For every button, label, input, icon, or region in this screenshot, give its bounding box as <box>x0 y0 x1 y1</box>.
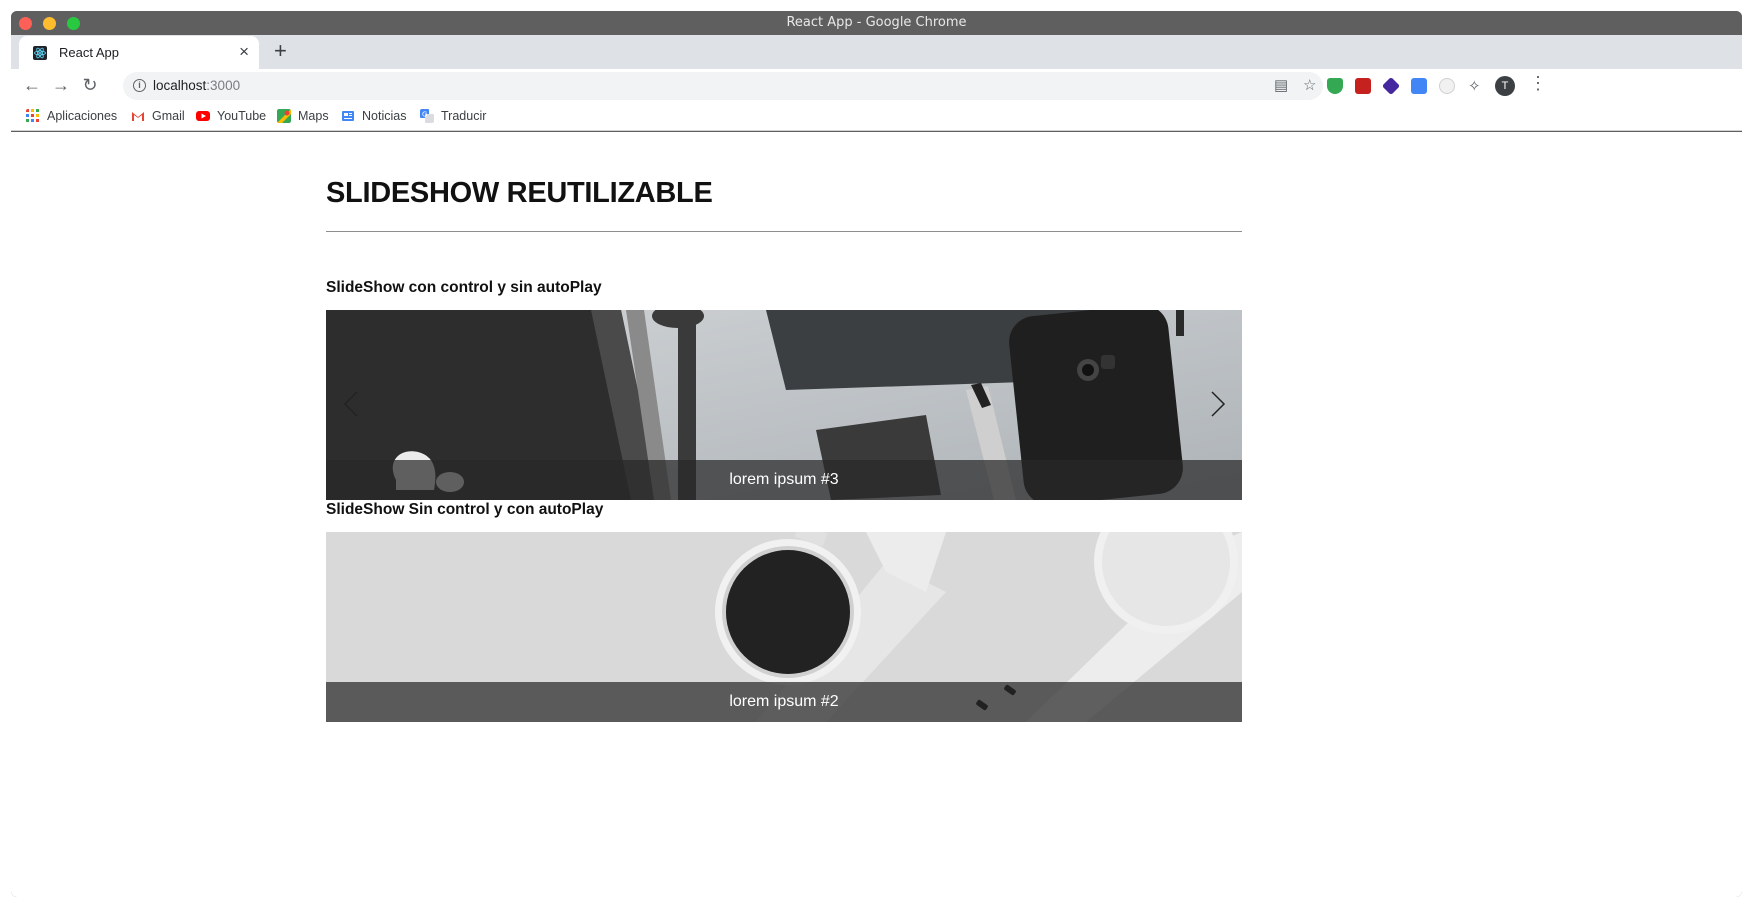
translate-page-icon[interactable]: ▤ <box>1274 76 1288 94</box>
apps-grid-icon <box>26 109 39 122</box>
title-bar: React App - Google Chrome <box>11 11 1742 35</box>
next-slide-arrow-icon[interactable] <box>1206 390 1230 418</box>
bookmark-label: YouTube <box>217 109 267 123</box>
bookmark-label: Noticias <box>362 109 407 123</box>
title-divider <box>326 231 1242 232</box>
section-title-controls: SlideShow con control y sin autoPlay <box>326 279 602 296</box>
youtube-icon <box>196 111 210 121</box>
translate-icon: G <box>420 109 434 123</box>
bookmark-apps[interactable]: Aplicaciones <box>26 109 117 123</box>
back-button[interactable]: ← <box>21 75 43 96</box>
previous-slide-arrow-icon[interactable] <box>339 390 363 418</box>
url-host: localhost <box>153 78 207 93</box>
react-logo-icon <box>33 46 47 60</box>
reload-button[interactable]: ↻ <box>79 75 101 96</box>
site-info-icon[interactable]: i <box>133 79 146 92</box>
section-title-autoplay: SlideShow Sin control y con autoPlay <box>326 501 604 518</box>
bookmark-youtube[interactable]: YouTube <box>196 109 266 123</box>
page-content: SLIDESHOW REUTILIZABLE SlideShow con con… <box>11 132 1742 897</box>
chrome-menu-icon[interactable]: ⋮ <box>1529 73 1547 94</box>
page-title: SLIDESHOW REUTILIZABLE <box>326 177 713 209</box>
bookmark-label: Gmail <box>152 109 185 123</box>
browser-toolbar: ← → ↻ i localhost:3000 ▤ ☆ ✧ T ⋮ <box>11 69 1742 103</box>
stack-extension-icon[interactable] <box>1381 76 1401 96</box>
svg-text:G: G <box>422 111 427 119</box>
bookmark-label: Aplicaciones <box>47 109 118 123</box>
url-text[interactable]: localhost:3000 <box>153 78 240 93</box>
timer-extension-icon[interactable] <box>1439 78 1455 94</box>
slideshow-with-controls: lorem ipsum #3 <box>326 310 1242 500</box>
window-title: React App - Google Chrome <box>786 15 967 30</box>
bookmark-label: Traducir <box>441 109 487 123</box>
shield-extension-icon[interactable] <box>1327 78 1343 94</box>
red-extension-icon[interactable] <box>1355 78 1371 94</box>
google-translate-extension-icon[interactable] <box>1411 78 1427 94</box>
url-port: :3000 <box>206 78 241 93</box>
maps-icon <box>277 109 291 123</box>
tab-strip: React App × + <box>11 35 1742 69</box>
news-icon <box>342 111 354 121</box>
browser-window: React App - Google Chrome React App × + … <box>11 11 1742 897</box>
slideshow-autoplay: lorem ipsum #2 <box>326 532 1242 722</box>
new-tab-button[interactable]: + <box>274 38 287 64</box>
bookmark-translate[interactable]: G Traducir <box>420 109 486 123</box>
tab-title: React App <box>59 45 119 60</box>
bookmarks-bar: Aplicaciones Gmail YouTube Maps Noticias… <box>11 103 1742 131</box>
gmail-icon <box>132 112 144 121</box>
bookmark-maps[interactable]: Maps <box>277 109 329 123</box>
bookmark-star-icon[interactable]: ☆ <box>1303 76 1316 94</box>
extensions-puzzle-icon[interactable]: ✧ <box>1468 77 1481 95</box>
slide-caption: lorem ipsum #3 <box>326 460 1242 500</box>
slide-caption: lorem ipsum #2 <box>326 682 1242 722</box>
forward-button[interactable]: → <box>50 75 72 96</box>
close-tab-icon[interactable]: × <box>239 42 249 62</box>
bookmark-news[interactable]: Noticias <box>341 109 406 123</box>
tab-react-app[interactable]: React App × <box>19 36 259 69</box>
profile-avatar[interactable]: T <box>1495 76 1515 96</box>
bookmark-gmail[interactable]: Gmail <box>131 109 185 123</box>
address-bar[interactable]: i localhost:3000 ▤ ☆ <box>123 72 1323 100</box>
bookmark-label: Maps <box>298 109 329 123</box>
